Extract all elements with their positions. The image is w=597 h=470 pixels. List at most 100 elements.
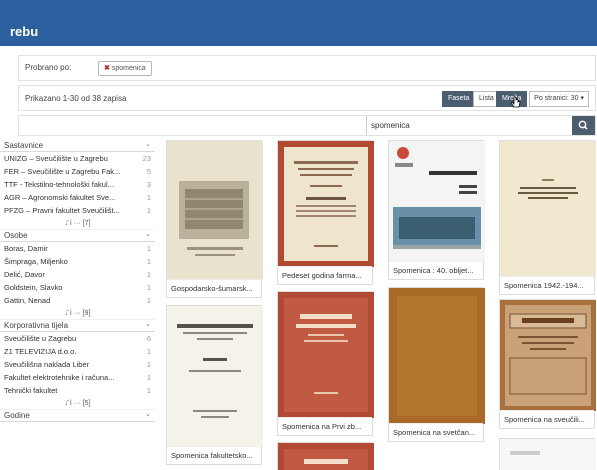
result-card[interactable] bbox=[277, 442, 374, 470]
facet-more-controls[interactable]: ↓̄ ⅰ ··· [9] bbox=[0, 307, 155, 320]
view-faseta-button[interactable]: Faseta bbox=[442, 91, 476, 107]
per-page-select[interactable]: Po stranici: 30 ▾ bbox=[529, 91, 589, 107]
top-bar: rebu bbox=[0, 0, 597, 46]
facet-item-label: Gattin, Nenad bbox=[4, 296, 51, 305]
result-card[interactable]: Spomenica fakultetsko... bbox=[166, 305, 263, 465]
facet-item-count: 1 bbox=[146, 347, 151, 356]
book-cover-image bbox=[500, 439, 596, 470]
site-title: rebu bbox=[10, 24, 39, 39]
facet-item-label: Boras, Damir bbox=[4, 244, 48, 253]
facet-item-label: Z1 TELEVIZIJA d.o.o. bbox=[4, 347, 77, 356]
facet-item-label: PFZG – Pravni fakultet Sveučilišt... bbox=[4, 206, 120, 215]
facet-item-count: 1 bbox=[146, 360, 151, 369]
card-caption[interactable]: Spomenica : 40. obljet... bbox=[389, 261, 483, 279]
facet-item-count: 3 bbox=[146, 180, 151, 189]
facet-item-label: Tehnički fakultet bbox=[4, 386, 58, 395]
remove-filter-icon[interactable]: ✖ bbox=[104, 65, 110, 72]
facet-item-label: UNIZG – Sveučilište u Zagrebu bbox=[4, 154, 108, 163]
card-caption[interactable]: Spomenica fakultetsko... bbox=[167, 446, 261, 464]
facet-item[interactable]: Tehnički fakultet 1 bbox=[0, 384, 155, 397]
book-cover-image bbox=[167, 141, 263, 279]
result-card[interactable]: Spomenica 1942.-194... bbox=[499, 140, 596, 295]
facet-item[interactable]: UNIZG – Sveučilište u Zagrebu 23 bbox=[0, 152, 155, 165]
facet-item-count: 1 bbox=[146, 270, 151, 279]
active-filters-panel: Probrano po: ✖ spomenica bbox=[18, 55, 596, 81]
search-button[interactable] bbox=[572, 116, 595, 135]
facet-item[interactable]: FER – Sveučilište u Zagrebu Fak... 5 bbox=[0, 165, 155, 178]
facet-item[interactable]: TTF - Tekstilno-tehnološki fakul... 3 bbox=[0, 178, 155, 191]
result-card[interactable]: Gospodarsko-šumarsk... bbox=[166, 140, 263, 298]
mouse-cursor-icon bbox=[510, 96, 521, 110]
facet-header[interactable]: Sastavnice ⌄ bbox=[0, 140, 155, 152]
facet-more-controls[interactable]: ↓̄ ⅰ ··· [5] bbox=[0, 397, 155, 410]
facet-item[interactable]: Sveučilište u Zagrebu 6 bbox=[0, 332, 155, 345]
facet-header[interactable]: Korporativna tijela ⌄ bbox=[0, 320, 155, 332]
facet-item[interactable]: Boras, Damir 1 bbox=[0, 242, 155, 255]
filter-chip-label: spomenica bbox=[111, 65, 146, 72]
facet-item-count: 1 bbox=[146, 244, 151, 253]
results-count: Prikazano 1-30 od 38 zapisa bbox=[25, 94, 127, 103]
facet-item-count: 1 bbox=[146, 373, 151, 382]
facet-item-count: 5 bbox=[146, 167, 151, 176]
result-card[interactable]: Spomenica na svetčan... bbox=[388, 287, 485, 442]
facet-item[interactable]: Šimpraga, Miljenko 1 bbox=[0, 255, 155, 268]
facet-item-label: TTF - Tekstilno-tehnološki fakul... bbox=[4, 180, 114, 189]
card-caption[interactable]: Gospodarsko-šumarsk... bbox=[167, 279, 261, 297]
chevron-down-icon: ⌄ bbox=[145, 411, 151, 418]
result-card[interactable] bbox=[499, 438, 596, 470]
facet-sastavnice: Sastavnice ⌄ UNIZG – Sveučilište u Zagreb… bbox=[0, 140, 155, 230]
facet-item[interactable]: Fakultet elektrotehnike i računa... 1 bbox=[0, 371, 155, 384]
book-cover-image bbox=[167, 306, 263, 446]
facet-item-count: 6 bbox=[146, 334, 151, 343]
facet-korporativna-tijela: Korporativna tijela ⌄ Sveučilište u Zagre… bbox=[0, 320, 155, 410]
facet-godine: Godine ⌄ bbox=[0, 410, 155, 422]
facet-item-count: 23 bbox=[142, 154, 151, 163]
result-card[interactable]: Spomenica : 40. obljet... bbox=[388, 140, 485, 280]
facet-more-controls[interactable]: ↓̄ ⅰ ··· [7] bbox=[0, 217, 155, 230]
facet-title: Osobe bbox=[4, 231, 28, 240]
facet-item[interactable]: Goldstein, Slavko 1 bbox=[0, 281, 155, 294]
facet-item-label: Goldstein, Slavko bbox=[4, 283, 63, 292]
card-caption[interactable]: Pedeset godina farma... bbox=[278, 266, 372, 284]
facet-title: Godine bbox=[4, 411, 30, 420]
facet-item[interactable]: PFZG – Pravni fakultet Sveučilišt... 1 bbox=[0, 204, 155, 217]
facet-item[interactable]: Sveučilišna naklada Liber 1 bbox=[0, 358, 155, 371]
facet-item[interactable]: Gattin, Nenad 1 bbox=[0, 294, 155, 307]
book-cover-image bbox=[278, 292, 374, 418]
facet-item-label: Sveučilišna naklada Liber bbox=[4, 360, 90, 369]
facet-item[interactable]: Delić, Davor 1 bbox=[0, 268, 155, 281]
chevron-down-icon: ⌄ bbox=[145, 231, 151, 238]
book-cover-image bbox=[500, 141, 596, 277]
facet-title: Korporativna tijela bbox=[4, 321, 69, 330]
search-input[interactable]: spomenica bbox=[366, 116, 583, 135]
result-card[interactable]: Pedeset godina farma... bbox=[277, 140, 374, 285]
book-cover-image bbox=[278, 141, 374, 267]
facet-item-label: Fakultet elektrotehnike i računa... bbox=[4, 373, 115, 382]
card-caption[interactable]: Spomenica 1942.-194... bbox=[500, 276, 594, 294]
facet-item-count: 1 bbox=[146, 206, 151, 215]
facet-osobe: Osobe ⌄ Boras, Damir 1 Šimpraga, Miljenko 1… bbox=[0, 230, 155, 320]
facet-item[interactable]: Z1 TELEVIZIJA d.o.o. 1 bbox=[0, 345, 155, 358]
facet-item-label: Sveučilište u Zagrebu bbox=[4, 334, 77, 343]
card-caption[interactable]: Spomenica na sveučili... bbox=[500, 410, 594, 428]
facet-header[interactable]: Osobe ⌄ bbox=[0, 230, 155, 242]
facet-title: Sastavnice bbox=[4, 141, 44, 150]
result-card[interactable]: Spomenica na sveučili... bbox=[499, 299, 596, 429]
facet-item-count: 1 bbox=[146, 283, 151, 292]
card-caption[interactable]: Spomenica na Prvi zb... bbox=[278, 417, 372, 435]
filter-chip[interactable]: ✖ spomenica bbox=[98, 61, 152, 76]
result-card[interactable]: Spomenica na Prvi zb... bbox=[277, 291, 374, 436]
facet-sidebar: Sastavnice ⌄ UNIZG – Sveučilište u Zagreb… bbox=[0, 140, 155, 422]
chevron-down-icon: ⌄ bbox=[145, 141, 151, 148]
book-cover-image bbox=[278, 443, 374, 470]
facet-header[interactable]: Godine ⌄ bbox=[0, 410, 155, 422]
book-cover-image bbox=[500, 300, 596, 411]
facet-item-label: FER – Sveučilište u Zagrebu Fak... bbox=[4, 167, 121, 176]
card-caption[interactable]: Spomenica na svetčan... bbox=[389, 423, 483, 441]
facet-item-label: AGR – Agronomski fakultet Sve... bbox=[4, 193, 116, 202]
search-bar: spomenica bbox=[18, 115, 596, 136]
facet-item-count: 1 bbox=[146, 386, 151, 395]
facet-item[interactable]: AGR – Agronomski fakultet Sve... 1 bbox=[0, 191, 155, 204]
facet-item-count: 1 bbox=[146, 257, 151, 266]
facet-item-count: 1 bbox=[146, 193, 151, 202]
